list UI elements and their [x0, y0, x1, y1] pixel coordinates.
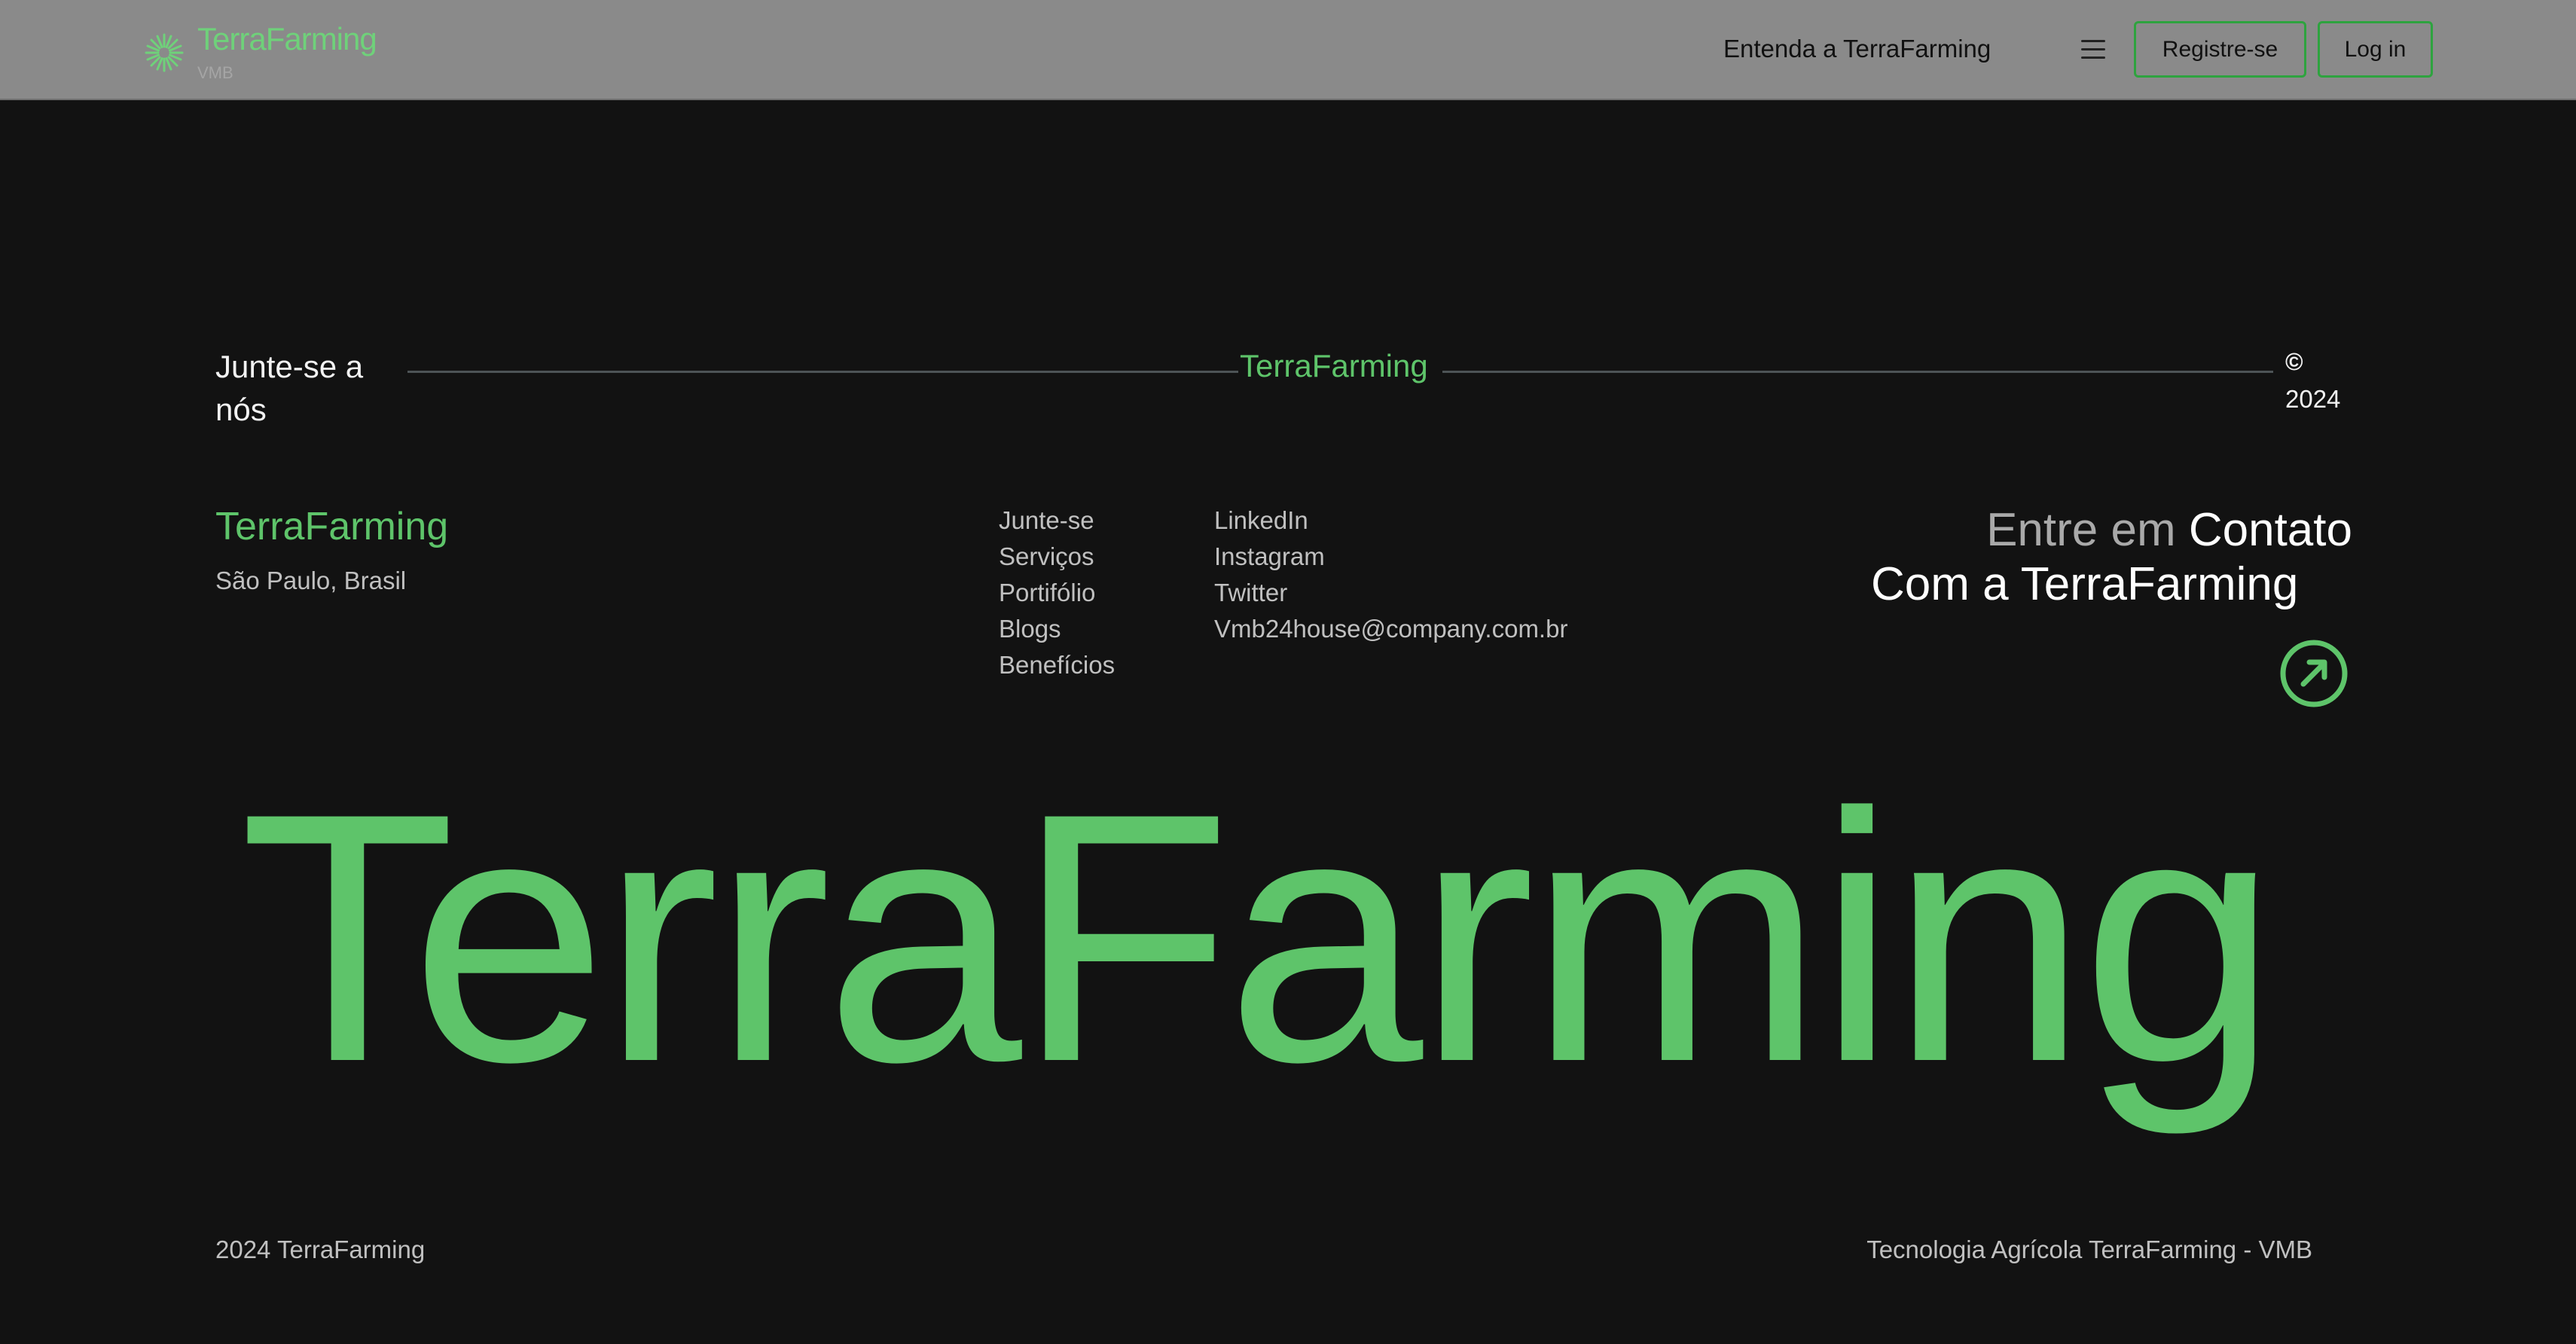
register-button[interactable]: Registre-se	[2134, 21, 2306, 78]
sunburst-logo-icon[interactable]	[143, 29, 185, 77]
footer-copyright: 2024 TerraFarming	[215, 1236, 426, 1263]
top-nav: TerraFarming VMB Entenda a TerraFarming …	[0, 0, 2576, 100]
center-brand: TerraFarming	[1240, 348, 1428, 383]
copyright-symbol: ©	[2285, 348, 2303, 375]
footer-link-blogs[interactable]: Blogs	[999, 611, 1115, 647]
social-link-linkedin[interactable]: LinkedIn	[1214, 502, 1567, 539]
contact-email-link[interactable]: Vmb24house@company.com.br	[1214, 611, 1567, 647]
contact-heading-strong: Contato	[2188, 504, 2352, 556]
hamburger-icon[interactable]	[2081, 40, 2105, 61]
footer-links: Junte-se Serviços Portifólio Blogs Benef…	[999, 502, 1115, 683]
arrow-up-right-circle-icon[interactable]	[2279, 639, 2349, 708]
footer-social: LinkedIn Instagram Twitter Vmb24house@co…	[1214, 502, 1567, 647]
divider-right	[1442, 371, 2273, 373]
join-text: Junte-se a nós	[215, 349, 364, 427]
login-button[interactable]: Log in	[2318, 21, 2433, 78]
divider-left	[407, 371, 1238, 373]
nav-brand-sub: VMB	[197, 63, 233, 82]
footer-tagline: Tecnologia Agrícola TerraFarming - VMB	[1866, 1236, 2312, 1263]
footer-brand: TerraFarming	[215, 505, 449, 548]
page: TerraFarming VMB Entenda a TerraFarming …	[0, 0, 2576, 1344]
location: São Paulo, Brasil	[215, 567, 407, 594]
nav-brand[interactable]: TerraFarming	[197, 21, 377, 57]
footer-link-services[interactable]: Serviços	[999, 539, 1115, 575]
footer-link-join[interactable]: Junte-se	[999, 502, 1115, 539]
contact-heading-muted: Entre em	[1986, 504, 2176, 556]
contact-heading-line2: Com a TerraFarming	[1871, 558, 2299, 610]
hero-brand-wordmark: TerraFarming	[240, 740, 2278, 1135]
footer-link-benefits[interactable]: Benefícios	[999, 647, 1115, 683]
contact-heading: Entre em Contato	[1986, 503, 2352, 557]
social-link-instagram[interactable]: Instagram	[1214, 539, 1567, 575]
footer-link-portfolio[interactable]: Portifólio	[999, 575, 1115, 611]
nav-link-about[interactable]: Entenda a TerraFarming	[1723, 35, 1991, 63]
copyright-year: 2024	[2285, 385, 2341, 413]
social-link-twitter[interactable]: Twitter	[1214, 575, 1567, 611]
